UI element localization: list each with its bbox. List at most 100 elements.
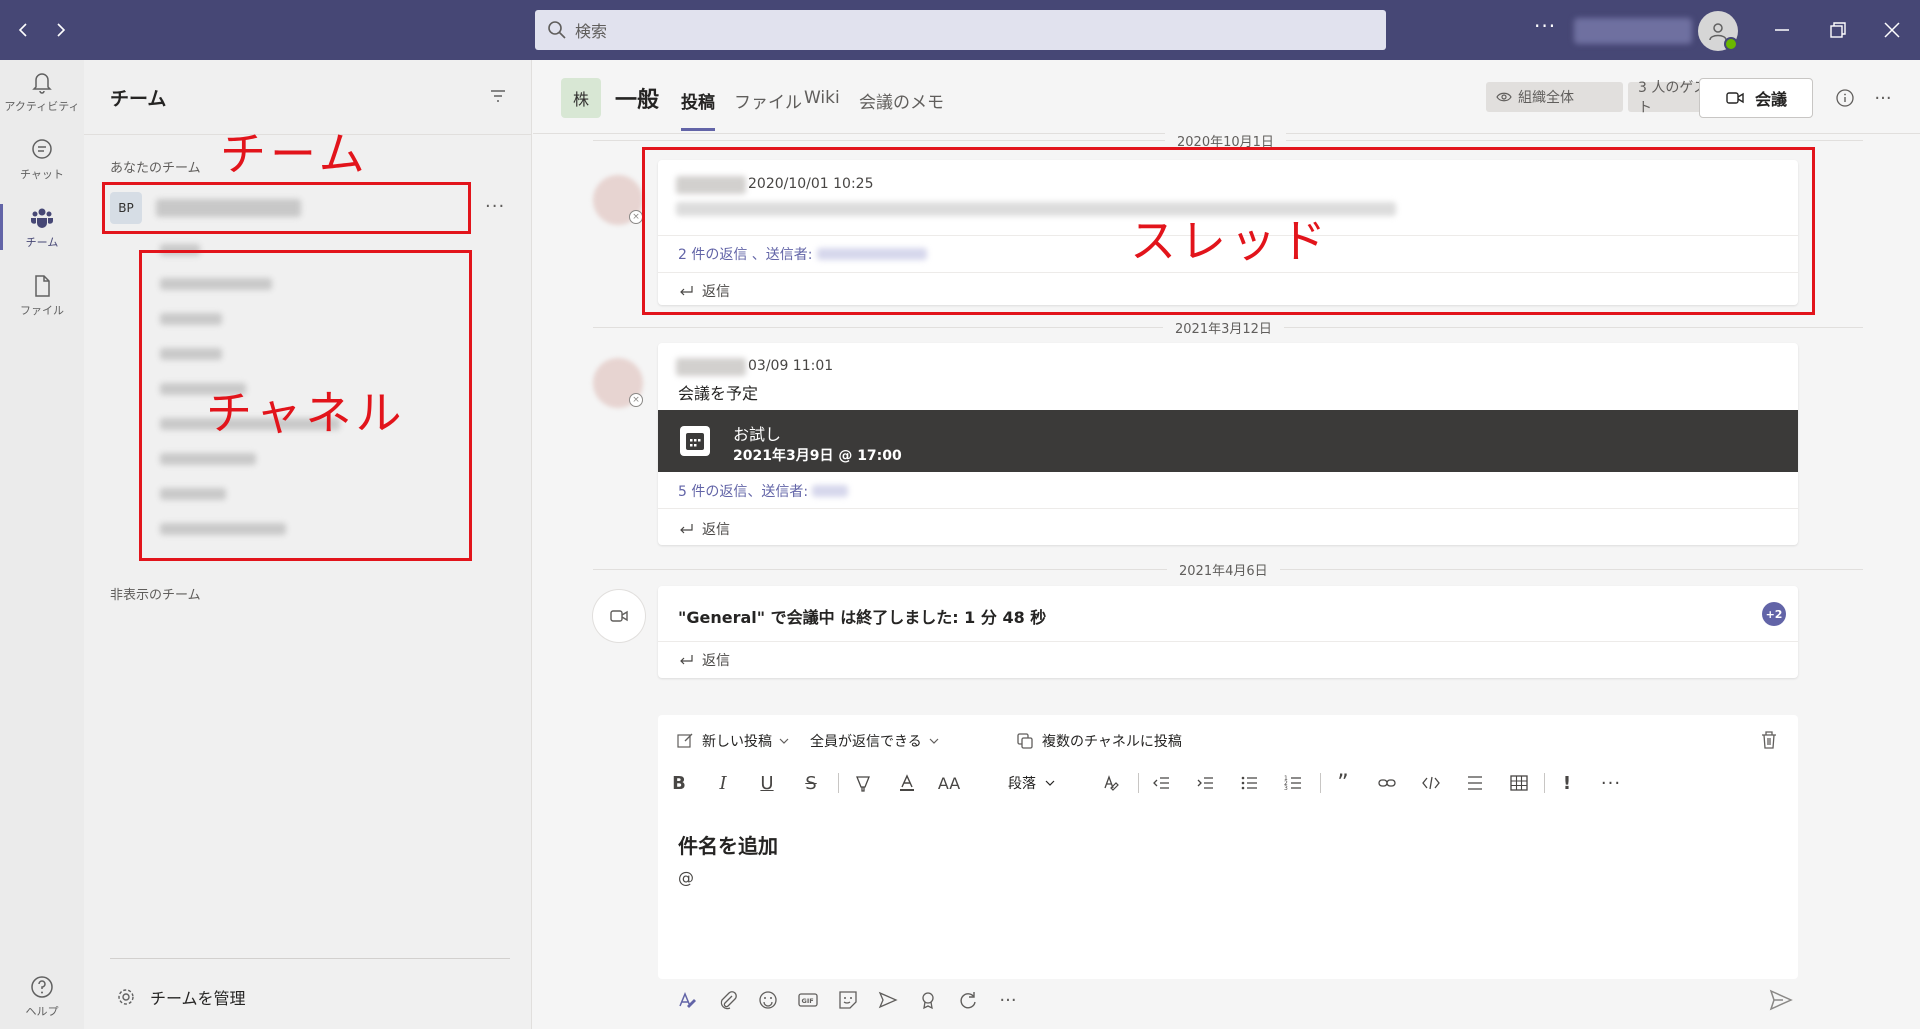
replies-count: 5 件の返信、送信者: — [678, 484, 809, 500]
app-files[interactable]: ファイル — [0, 264, 84, 326]
clear-formatting-icon[interactable] — [1096, 768, 1126, 798]
app-activity[interactable]: アクティビティ — [0, 60, 84, 122]
replies-summary-link[interactable]: 5 件の返信、送信者: — [678, 481, 849, 501]
bulleted-list-icon[interactable] — [1234, 768, 1264, 798]
tab-meeting-notes[interactable]: 会議のメモ — [859, 88, 944, 113]
help-icon — [31, 975, 53, 998]
paragraph-style-select[interactable]: 段落 — [1008, 773, 1056, 793]
settings-more-button[interactable]: ··· — [1534, 14, 1556, 38]
author-name-redacted[interactable] — [676, 358, 746, 376]
reply-arrow-icon — [680, 524, 693, 534]
post-multiple-channels-button[interactable]: 複数のチャネルに投稿 — [1016, 731, 1182, 751]
teams-pane-title: チーム — [110, 88, 167, 110]
schedule-meeting-icon[interactable] — [874, 986, 902, 1014]
horizontal-rule-icon[interactable] — [1460, 768, 1490, 798]
more-formatting-button[interactable]: ··· — [1596, 768, 1626, 798]
tab-posts[interactable]: 投稿 — [681, 88, 715, 131]
tab-files[interactable]: ファイル — [734, 88, 802, 113]
search-placeholder: 検索 — [575, 22, 608, 41]
title-bar: 検索 ··· — [0, 0, 1920, 60]
manage-teams-button[interactable]: チームを管理 — [116, 985, 246, 1009]
meet-now-button[interactable]: 会議 — [1699, 78, 1813, 118]
app-chat[interactable]: チャット — [0, 128, 84, 190]
trash-icon[interactable] — [1758, 729, 1780, 751]
org-name-redacted[interactable] — [1574, 18, 1692, 44]
restore-icon[interactable] — [1822, 14, 1854, 46]
channel-info-icon[interactable] — [1833, 86, 1857, 110]
hidden-teams-label[interactable]: 非表示のチーム — [110, 584, 201, 603]
filter-icon[interactable] — [488, 86, 508, 106]
chat-icon — [32, 138, 52, 159]
message-body-input[interactable]: @ — [678, 868, 694, 887]
table-icon[interactable] — [1504, 768, 1534, 798]
search-input[interactable]: 検索 — [535, 10, 1386, 50]
svg-text:3: 3 — [1284, 785, 1288, 792]
format-icon[interactable] — [674, 986, 702, 1014]
gear-icon — [118, 989, 134, 1005]
org-wide-badge[interactable]: 組織全体 — [1486, 82, 1623, 112]
minimize-icon[interactable] — [1766, 14, 1798, 46]
increase-indent-icon[interactable] — [1190, 768, 1220, 798]
gif-icon-label: GIF — [802, 997, 814, 1005]
event-date: 2021年3月9日 @ 17:00 — [733, 448, 902, 464]
attach-icon[interactable] — [714, 986, 742, 1014]
more-apps-button[interactable]: ··· — [994, 986, 1022, 1014]
numbered-list-icon[interactable]: 123 — [1278, 768, 1308, 798]
send-icon[interactable] — [1767, 986, 1795, 1014]
chevron-down-icon — [929, 738, 939, 744]
reply-label: 返信 — [702, 653, 730, 669]
paragraph-style-label: 段落 — [1008, 776, 1036, 792]
manage-teams-label: チームを管理 — [150, 989, 246, 1008]
team-more-options-button[interactable]: ··· — [485, 196, 505, 217]
copy-icon — [1017, 733, 1033, 749]
sticker-icon[interactable] — [834, 986, 862, 1014]
repliers-redacted — [812, 485, 849, 497]
annotation-team-box — [102, 182, 471, 234]
back-icon[interactable] — [10, 16, 38, 44]
tab-wiki[interactable]: Wiki — [804, 88, 840, 108]
annotation-thread-label: スレッド — [1130, 214, 1330, 268]
post-multiple-channels-label: 複数のチャネルに投稿 — [1042, 734, 1182, 750]
edit-icon — [677, 733, 693, 748]
link-icon[interactable] — [1372, 768, 1402, 798]
bell-icon — [32, 72, 52, 94]
reply-label: 返信 — [702, 522, 730, 538]
emoji-icon[interactable] — [754, 986, 782, 1014]
meeting-avatar — [593, 590, 645, 642]
strikethrough-icon[interactable]: S — [796, 768, 826, 798]
participants-badge[interactable]: +2 — [1762, 602, 1786, 626]
code-icon[interactable] — [1416, 768, 1446, 798]
chevron-down-icon — [779, 738, 789, 744]
meeting-ended-card: "General" で会議中 は終了しました: 1 分 48 秒 +2 返信 — [658, 586, 1798, 678]
important-icon[interactable]: ! — [1552, 768, 1582, 798]
app-help[interactable]: ヘルプ — [0, 965, 84, 1027]
date-label: 2021年3月12日 — [1163, 318, 1284, 337]
subject-input[interactable]: 件名を追加 — [678, 830, 778, 859]
new-post-dropdown[interactable]: 新しい投稿 — [676, 731, 790, 751]
card-divider — [658, 508, 1798, 509]
decrease-indent-icon[interactable] — [1146, 768, 1176, 798]
gif-icon[interactable]: GIF — [794, 986, 822, 1014]
highlight-icon[interactable] — [848, 768, 878, 798]
praise-icon[interactable] — [914, 986, 942, 1014]
italic-icon[interactable]: I — [708, 768, 738, 798]
quote-icon[interactable]: ” — [1328, 768, 1358, 798]
bold-icon[interactable]: B — [664, 768, 694, 798]
font-size-icon[interactable]: AA — [934, 768, 964, 798]
underline-icon[interactable]: U — [752, 768, 782, 798]
reply-permission-dropdown[interactable]: 全員が返信できる — [810, 731, 940, 751]
message-text: 会議を予定 — [678, 384, 759, 403]
channel-more-button[interactable]: ··· — [1871, 86, 1895, 110]
compose-box: 新しい投稿 全員が返信できる 複数のチャネルに投稿 B I U S AA 段落 — [658, 715, 1798, 979]
reply-button[interactable]: 返信 — [678, 519, 730, 539]
meeting-ended-text: "General" で会議中 は終了しました: 1 分 48 秒 — [678, 608, 1047, 627]
meeting-event-card[interactable]: お試し 2021年3月9日 @ 17:00 — [658, 410, 1798, 472]
presence-available-badge — [1724, 37, 1738, 51]
reply-button[interactable]: 返信 — [678, 650, 730, 670]
loop-icon[interactable] — [954, 986, 982, 1014]
close-icon[interactable] — [1876, 14, 1908, 46]
app-teams[interactable]: チーム — [0, 196, 84, 258]
font-color-icon[interactable] — [892, 768, 922, 798]
app-chat-label: チャット — [20, 167, 64, 181]
forward-icon[interactable] — [46, 16, 74, 44]
